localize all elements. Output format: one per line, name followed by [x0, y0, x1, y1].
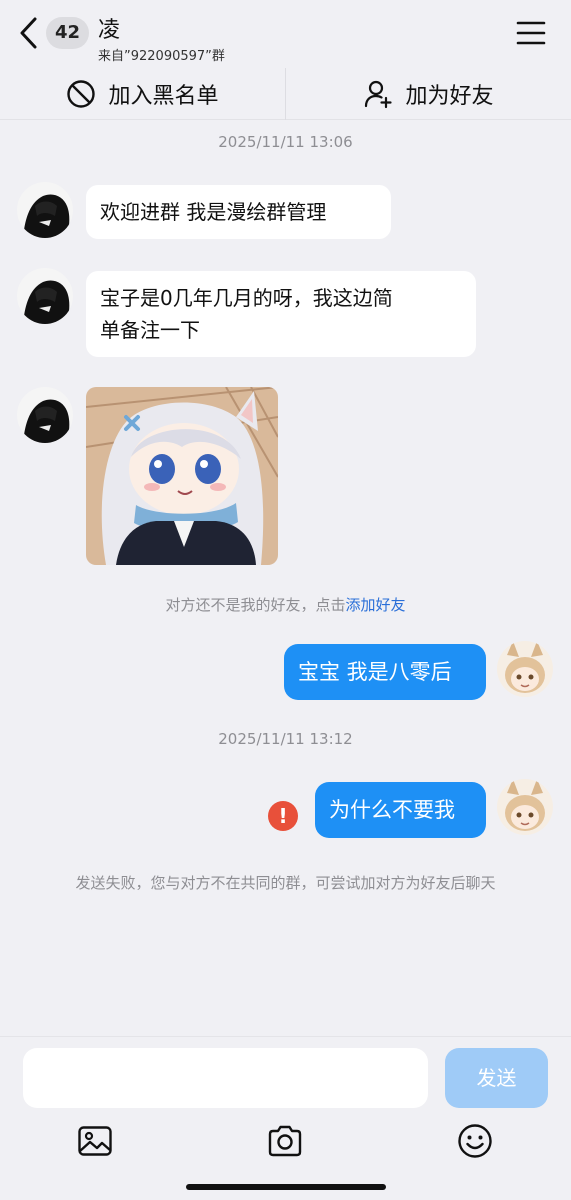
contact-source: 来自”922090597”群: [98, 49, 225, 64]
hamburger-menu-icon: [516, 21, 546, 45]
block-button[interactable]: 加入黑名单: [0, 68, 285, 119]
camera-icon: [268, 1125, 302, 1157]
unread-count-badge[interactable]: 42: [46, 17, 90, 49]
add-friend-button[interactable]: 加为好友: [286, 68, 571, 119]
incoming-message[interactable]: 宝子是0几年几月的呀，我这边简 单备注一下: [86, 271, 476, 357]
my-avatar-image: [497, 779, 553, 835]
contact-avatar[interactable]: [17, 268, 73, 324]
contact-avatar[interactable]: [17, 387, 73, 443]
image-icon: [78, 1126, 112, 1156]
contact-avatar-image: [17, 268, 73, 324]
emoji-icon: [458, 1124, 492, 1158]
composer: 发送: [0, 1036, 571, 1200]
contact-avatar-image: [17, 182, 73, 238]
add-friend-label: 加为好友: [405, 83, 494, 109]
incoming-message[interactable]: 欢迎进群 我是漫绘群管理: [86, 185, 391, 239]
message-text-line: 宝子是0几年几月的呀，我这边简: [100, 286, 393, 310]
timestamp: 2025/11/11 13:12: [218, 730, 353, 748]
timestamp: 2025/11/11 13:06: [218, 133, 353, 151]
friend-notice-text: 对方还不是我的好友，点击: [165, 596, 346, 614]
block-label: 加入黑名单: [108, 83, 219, 109]
message-text: 欢迎进群 我是漫绘群管理: [100, 200, 327, 224]
image-button[interactable]: [77, 1123, 113, 1159]
block-icon: [67, 79, 96, 108]
contact-name: 凌: [98, 18, 121, 43]
outgoing-message[interactable]: 为什么不要我: [315, 782, 486, 838]
anime-girl-sticker: [86, 387, 278, 565]
send-failed-icon[interactable]: !: [268, 801, 298, 831]
my-avatar[interactable]: [497, 779, 553, 835]
message-input[interactable]: [23, 1048, 428, 1108]
message-text-line: 单备注一下: [100, 318, 200, 342]
sticker-image[interactable]: [86, 387, 278, 565]
home-indicator[interactable]: [186, 1184, 386, 1190]
send-failed-notice: 发送失败，您与对方不在共同的群，可尝试加对方为好友后聊天: [75, 874, 496, 892]
my-avatar-image: [497, 641, 553, 697]
my-avatar[interactable]: [497, 641, 553, 697]
camera-button[interactable]: [267, 1123, 303, 1159]
add-friend-link[interactable]: 添加好友: [346, 596, 406, 614]
back-button[interactable]: [14, 14, 44, 52]
message-text: 为什么不要我: [329, 798, 455, 822]
add-user-icon: [365, 80, 393, 108]
menu-button[interactable]: [516, 20, 546, 46]
send-button[interactable]: 发送: [445, 1048, 548, 1108]
message-text: 宝宝 我是八零后: [298, 660, 452, 684]
chevron-left-icon: [20, 17, 37, 49]
outgoing-message[interactable]: 宝宝 我是八零后: [284, 644, 486, 700]
contact-avatar-image: [17, 387, 73, 443]
chat-header: 42 凌 来自”922090597”群: [0, 0, 571, 68]
action-bar: 加入黑名单 加为好友: [0, 68, 571, 120]
emoji-button[interactable]: [457, 1123, 493, 1159]
friend-notice: 对方还不是我的好友，点击添加好友: [0, 594, 571, 615]
contact-avatar[interactable]: [17, 182, 73, 238]
